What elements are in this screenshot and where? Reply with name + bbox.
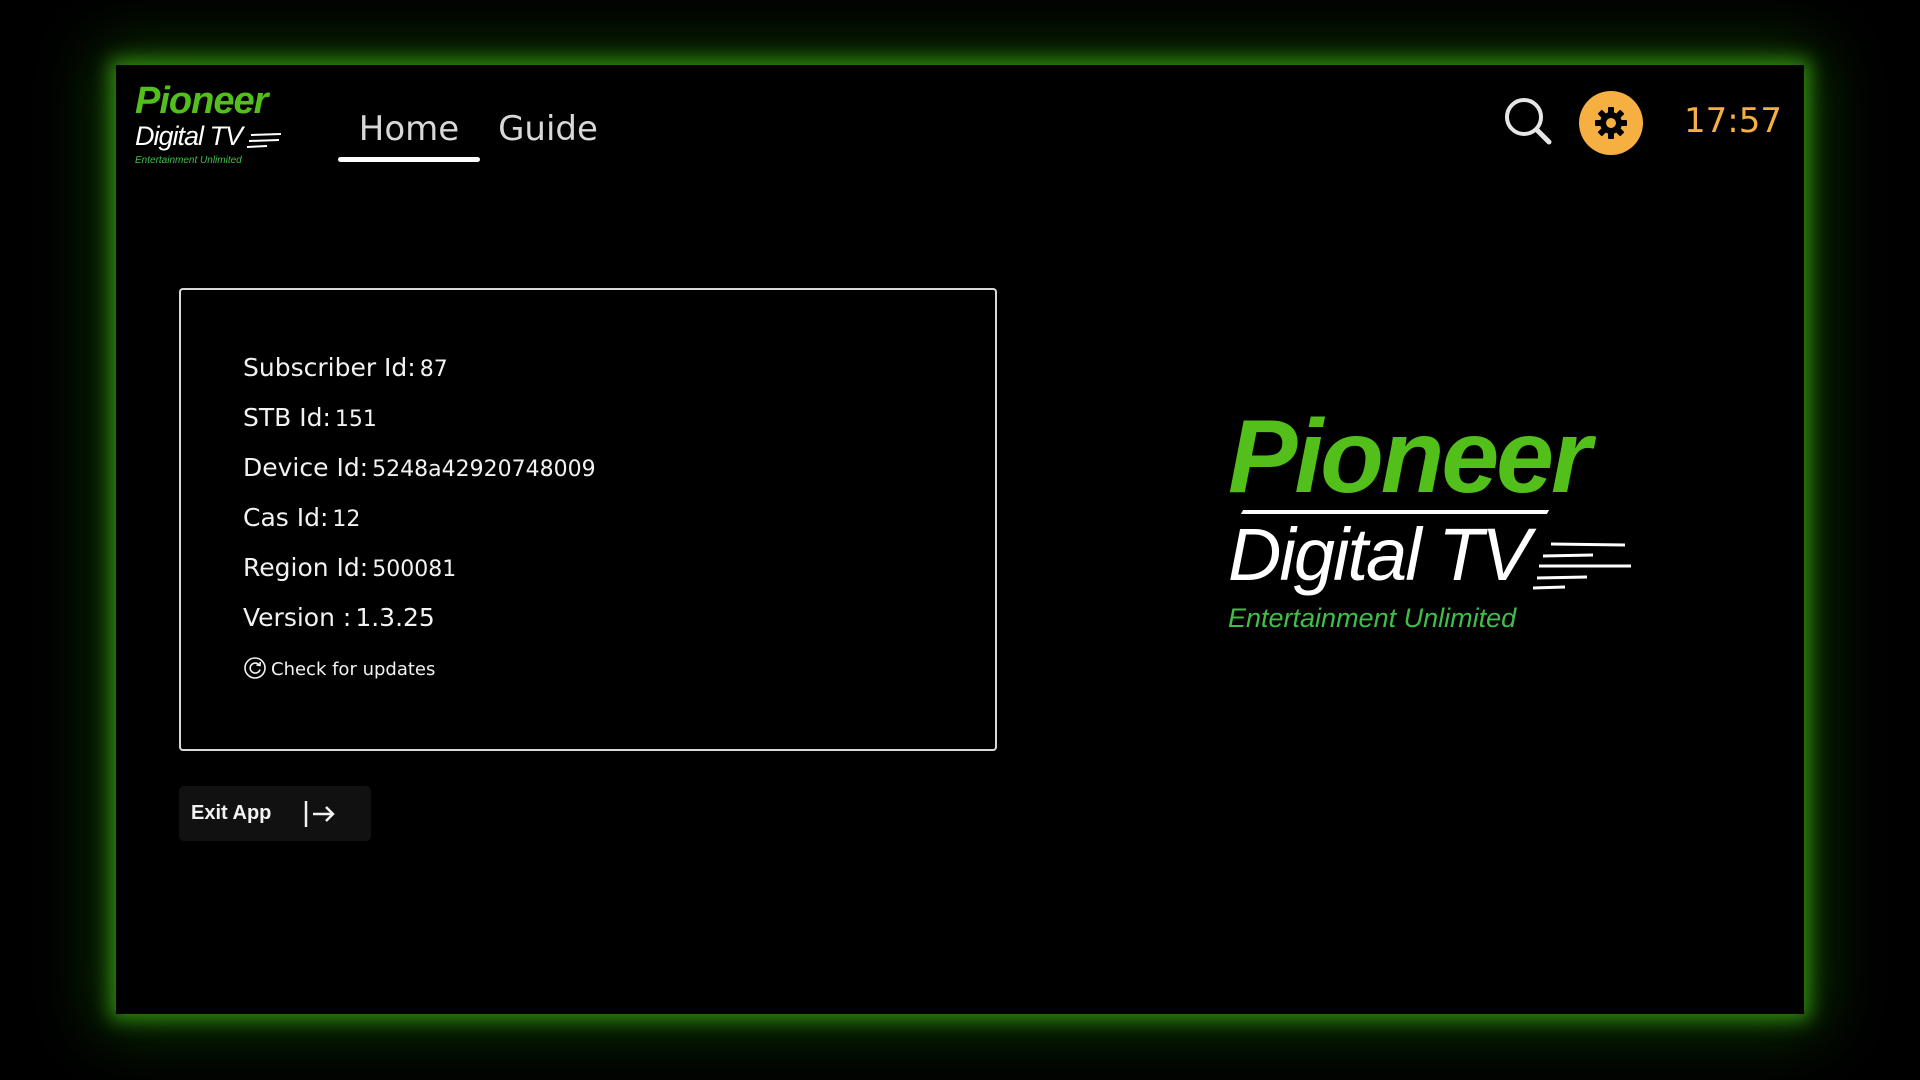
gear-icon bbox=[1595, 107, 1627, 139]
check-updates-label: Check for updates bbox=[271, 659, 436, 680]
header-logo-tagline: Entertainment Unlimited bbox=[135, 155, 242, 166]
app-window: Pioneer Digital TV Entertainment Unlimit… bbox=[116, 65, 1804, 1014]
header-logo-product: Digital TV bbox=[135, 121, 243, 151]
info-row-cas-id: Cas Id: 12 bbox=[243, 498, 360, 538]
info-row-version: Version :1.3.25 bbox=[243, 598, 435, 638]
check-updates-link[interactable]: Check for updates bbox=[243, 655, 435, 685]
exit-arrow-icon bbox=[304, 801, 335, 827]
tab-home[interactable]: Home bbox=[338, 101, 480, 157]
exit-app-label: Exit App bbox=[191, 802, 272, 824]
header-logo-brand: Pioneer bbox=[135, 80, 268, 122]
speed-lines-icon bbox=[1533, 542, 1631, 590]
info-row-device-id: Device Id: 5248a42920748009 bbox=[243, 448, 596, 488]
search-button[interactable] bbox=[1500, 93, 1556, 149]
info-label: Device Id: bbox=[243, 453, 369, 482]
info-value: 87 bbox=[419, 357, 448, 382]
exit-app-button[interactable]: Exit App bbox=[179, 786, 371, 841]
info-value: 1.3.25 bbox=[355, 603, 435, 632]
brand-logo-large: Pioneer Digital TV Entertainment Unlimit… bbox=[1228, 405, 1688, 635]
header-logo: Pioneer Digital TV Entertainment Unlimit… bbox=[135, 81, 295, 171]
large-logo-brand: Pioneer bbox=[1228, 399, 1591, 515]
clock: 17:57 bbox=[1684, 101, 1782, 141]
device-info-panel: Subscriber Id: 87 STB Id: 151 Device Id: 52… bbox=[179, 288, 997, 751]
settings-button[interactable] bbox=[1579, 91, 1643, 155]
info-value: 12 bbox=[332, 507, 361, 532]
large-logo-product: Digital TV bbox=[1228, 513, 1531, 596]
info-row-region-id: Region Id: 500081 bbox=[243, 548, 456, 588]
info-row-subscriber-id: Subscriber Id: 87 bbox=[243, 348, 448, 388]
info-value: 500081 bbox=[372, 557, 457, 582]
refresh-icon bbox=[244, 657, 266, 679]
info-row-stb-id: STB Id: 151 bbox=[243, 398, 377, 438]
info-value: 151 bbox=[334, 407, 377, 432]
info-value: 5248a42920748009 bbox=[372, 457, 596, 482]
info-label: Subscriber Id: bbox=[243, 353, 416, 382]
large-logo-tagline: Entertainment Unlimited bbox=[1228, 603, 1517, 633]
info-label: Version : bbox=[243, 603, 352, 632]
info-label: STB Id: bbox=[243, 403, 331, 432]
speed-lines-icon bbox=[247, 133, 282, 148]
info-label: Cas Id: bbox=[243, 503, 329, 532]
tab-guide[interactable]: Guide bbox=[488, 101, 608, 157]
info-label: Region Id: bbox=[243, 553, 369, 582]
search-icon bbox=[1505, 98, 1552, 145]
active-tab-indicator bbox=[338, 157, 480, 162]
